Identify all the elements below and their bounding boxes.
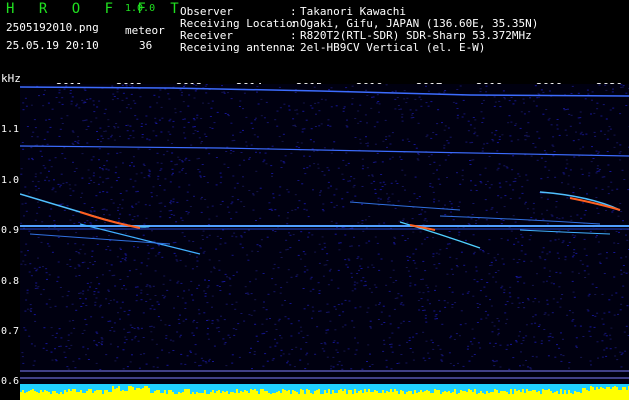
hrofft-window: H R O F F T 1.0.0 2505192010.png meteor … xyxy=(0,0,629,400)
y-tick-label: 0.9 xyxy=(1,225,20,236)
spectrogram-background xyxy=(20,84,629,384)
y-tick-label: 0.8 xyxy=(1,276,20,287)
antenna-colon: : xyxy=(290,41,297,54)
y-tick-label: 1.1 xyxy=(1,124,20,135)
y-tick-label: 0.7 xyxy=(1,326,20,337)
y-tick-label: 1.0 xyxy=(1,175,20,186)
meteor-count: 36 xyxy=(139,39,153,52)
signal-level-bar xyxy=(20,384,629,400)
app-title: H R O F F T xyxy=(6,1,187,17)
app-version: 1.0.0 xyxy=(125,3,156,14)
frequency-unit: kHz xyxy=(1,72,21,85)
file-name: 2505192010.png xyxy=(6,21,99,34)
antenna-value: 2el-HB9CV Vertical (el. E-W) xyxy=(300,41,486,54)
antenna-label: Receiving antenna xyxy=(180,41,293,54)
spectrogram xyxy=(20,84,629,384)
meteor-label: meteor xyxy=(125,24,165,37)
y-tick-label: 0.6 xyxy=(1,376,20,387)
observation-datetime: 25.05.19 20:10 xyxy=(6,39,99,52)
